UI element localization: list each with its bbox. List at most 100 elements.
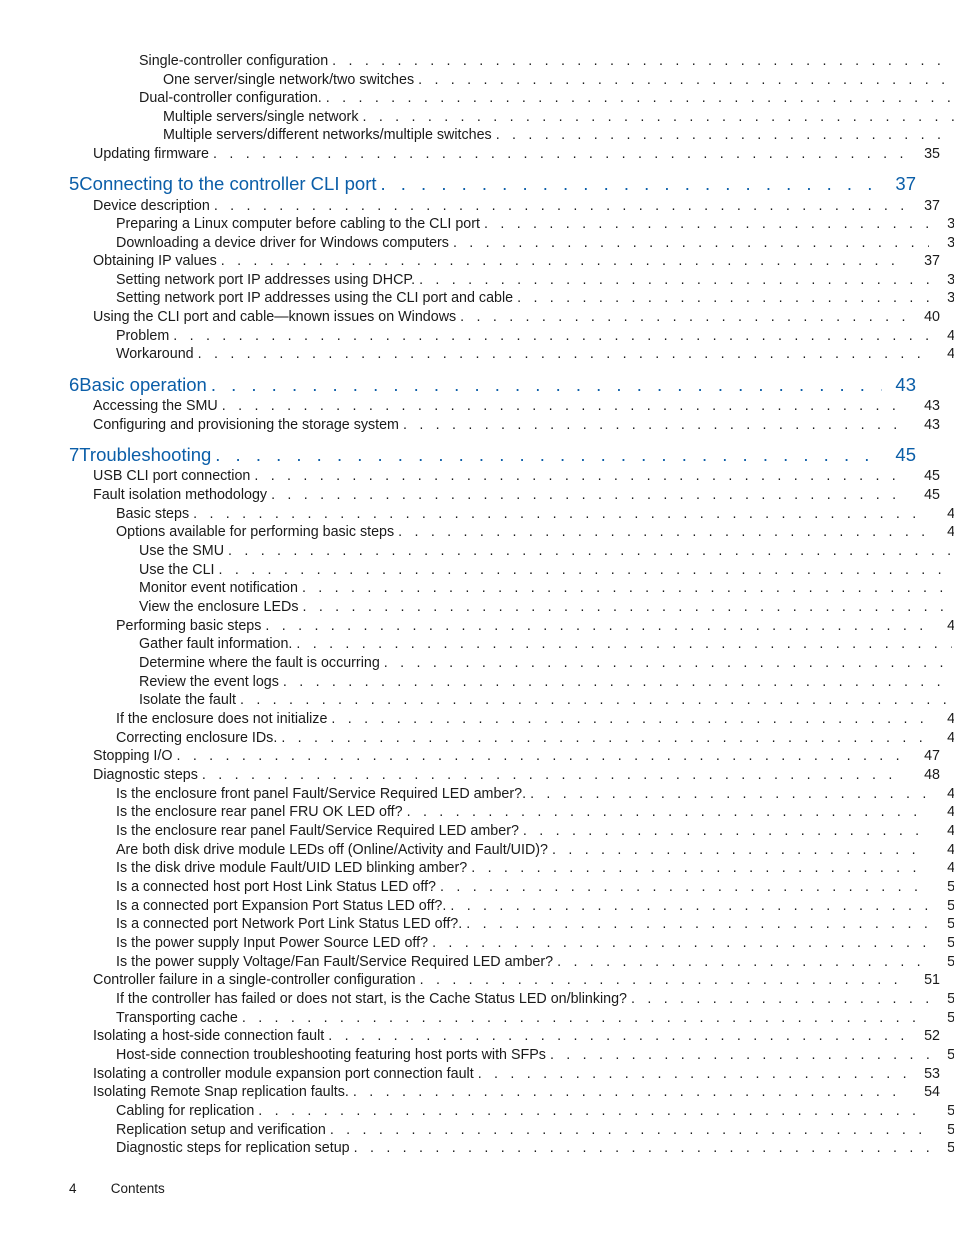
entry-title[interactable]: Single-controller configuration [139,52,333,70]
entry-title[interactable]: One server/single network/two switches [163,71,419,89]
entry-title[interactable]: Is a connected port Network Port Link St… [116,915,467,933]
entry-title[interactable]: USB CLI port connection [93,467,255,485]
entry-title[interactable]: Correcting enclosure IDs. [116,729,282,747]
toc-entry[interactable]: If the controller has failed or does not… [0,990,954,1008]
entry-title[interactable]: Options available for performing basic s… [116,523,399,541]
page-number[interactable]: 52 [906,1027,940,1045]
toc-entry[interactable]: Is a connected host port Host Link Statu… [0,878,954,896]
page-number[interactable]: 55 [929,1121,954,1139]
toc-entry[interactable]: Configuring and provisioning the storage… [0,416,954,434]
entry-title[interactable]: Is the power supply Voltage/Fan Fault/Se… [116,953,558,971]
entry-title[interactable]: Configuring and provisioning the storage… [93,416,403,434]
toc-entry[interactable]: Transporting cache . . . . . . . . . . .… [0,1009,954,1027]
page-number[interactable]: 49 [929,841,954,859]
page-number[interactable]: 52 [929,1009,954,1027]
page-number[interactable]: 49 [929,859,954,877]
page-number[interactable]: 37 [906,197,940,215]
toc-entry[interactable]: Isolating Remote Snap replication faults… [0,1083,954,1101]
toc-entry[interactable]: Downloading a device driver for Windows … [0,234,954,252]
entry-title[interactable]: Setting network port IP addresses using … [116,271,420,289]
entry-title[interactable]: Determine where the fault is occurring [139,654,384,672]
toc-entry[interactable]: Is a connected port Network Port Link St… [0,915,954,933]
page-number[interactable]: 43 [906,397,940,415]
toc-entry[interactable]: Is the enclosure front panel Fault/Servi… [0,785,954,803]
page-number[interactable]: 47 [929,710,954,728]
toc-entry[interactable]: If the enclosure does not initialize . .… [0,710,954,728]
toc-entry[interactable]: View the enclosure LEDs . . . . . . . . … [0,598,954,616]
page-number[interactable]: 37 [882,173,916,195]
page-number[interactable]: 40 [929,345,954,363]
toc-entry[interactable]: Single-controller configuration . . . . … [0,52,954,70]
entry-title[interactable]: Downloading a device driver for Windows … [116,234,453,252]
toc-entry[interactable]: Using the CLI port and cable—known issue… [0,308,954,326]
page-number[interactable]: 48 [929,803,954,821]
entry-title[interactable]: Using the CLI port and cable—known issue… [93,308,461,326]
chapter-title[interactable]: Connecting to the controller CLI port [79,173,381,195]
entry-title[interactable]: Multiple servers/single network [163,108,363,126]
entry-title[interactable]: Dual-controller configuration. [139,89,326,107]
page-number[interactable]: 50 [929,915,954,933]
toc-entry[interactable]: Is the disk drive module Fault/UID LED b… [0,859,954,877]
page-number[interactable]: 49 [929,822,954,840]
entry-title[interactable]: Preparing a Linux computer before cablin… [116,215,484,233]
entry-title[interactable]: Is the disk drive module Fault/UID LED b… [116,859,472,877]
page-number[interactable]: 51 [929,934,954,952]
entry-title[interactable]: Performing basic steps [116,617,266,635]
entry-title[interactable]: Obtaining IP values [93,252,221,270]
toc-chapter-entry[interactable]: 5 Connecting to the controller CLI port .… [0,173,954,195]
page-number[interactable]: 43 [882,374,916,396]
entry-title[interactable]: Isolating a host-side connection fault [93,1027,329,1045]
toc-entry[interactable]: Replication setup and verification . . .… [0,1121,954,1139]
toc-entry[interactable]: Updating firmware . . . . . . . . . . . … [0,145,954,163]
entry-title[interactable]: Is the enclosure rear panel FRU OK LED o… [116,803,407,821]
toc-entry[interactable]: Use the CLI . . . . . . . . . . . . . . … [0,561,954,579]
entry-title[interactable]: View the enclosure LEDs [139,598,303,616]
toc-entry[interactable]: Basic steps . . . . . . . . . . . . . . … [0,505,954,523]
page-number[interactable]: 45 [929,505,954,523]
toc-entry[interactable]: Accessing the SMU . . . . . . . . . . . … [0,397,954,415]
toc-entry[interactable]: Monitor event notification . . . . . . .… [0,579,954,597]
page-number[interactable]: 45 [906,467,940,485]
entry-title[interactable]: Is the power supply Input Power Source L… [116,934,433,952]
entry-title[interactable]: Is a connected port Expansion Port Statu… [116,897,451,915]
entry-title[interactable]: Multiple servers/different networks/mult… [163,126,496,144]
page-number[interactable]: 51 [929,953,954,971]
toc-entry[interactable]: Is a connected port Expansion Port Statu… [0,897,954,915]
toc-entry[interactable]: Setting network port IP addresses using … [0,289,954,307]
toc-entry[interactable]: Determine where the fault is occurring .… [0,654,954,672]
entry-title[interactable]: Problem [116,327,174,345]
toc-entry[interactable]: Multiple servers/single network . . . . … [0,108,954,126]
toc-chapter-entry[interactable]: 6 Basic operation . . . . . . . . . . . .… [0,374,954,396]
toc-entry[interactable]: Use the SMU . . . . . . . . . . . . . . … [0,542,954,560]
toc-entry[interactable]: Setting network port IP addresses using … [0,271,954,289]
entry-title[interactable]: Diagnostic steps for replication setup [116,1139,354,1157]
page-number[interactable]: 50 [929,897,954,915]
entry-title[interactable]: Review the event logs [139,673,283,691]
page-number[interactable]: 54 [929,1102,954,1120]
toc-entry[interactable]: Options available for performing basic s… [0,523,954,541]
toc-entry[interactable]: One server/single network/two switches .… [0,71,954,89]
toc-entry[interactable]: Performing basic steps . . . . . . . . .… [0,617,954,635]
toc-entry[interactable]: Isolate the fault . . . . . . . . . . . … [0,691,954,709]
toc-entry[interactable]: Gather fault information. . . . . . . . … [0,635,954,653]
entry-title[interactable]: Isolating Remote Snap replication faults… [93,1083,353,1101]
entry-title[interactable]: If the enclosure does not initialize [116,710,332,728]
entry-title[interactable]: Monitor event notification [139,579,302,597]
toc-entry[interactable]: Is the enclosure rear panel Fault/Servic… [0,822,954,840]
entry-title[interactable]: Transporting cache [116,1009,242,1027]
entry-title[interactable]: Cabling for replication [116,1102,259,1120]
toc-entry[interactable]: USB CLI port connection . . . . . . . . … [0,467,954,485]
entry-title[interactable]: If the controller has failed or does not… [116,990,632,1008]
toc-entry[interactable]: Isolating a controller module expansion … [0,1065,954,1083]
toc-entry[interactable]: Correcting enclosure IDs. . . . . . . . … [0,729,954,747]
toc-entry[interactable]: Is the enclosure rear panel FRU OK LED o… [0,803,954,821]
toc-entry[interactable]: Cabling for replication . . . . . . . . … [0,1102,954,1120]
entry-title[interactable]: Accessing the SMU [93,397,222,415]
toc-chapter-entry[interactable]: 7 Troubleshooting . . . . . . . . . . . .… [0,444,954,466]
page-number[interactable]: 47 [929,729,954,747]
entry-title[interactable]: Use the CLI [139,561,219,579]
toc-entry[interactable]: Diagnostic steps for replication setup .… [0,1139,954,1157]
entry-title[interactable]: Diagnostic steps [93,766,202,784]
page-number[interactable]: 52 [929,990,954,1008]
entry-title[interactable]: Is the enclosure rear panel Fault/Servic… [116,822,523,840]
